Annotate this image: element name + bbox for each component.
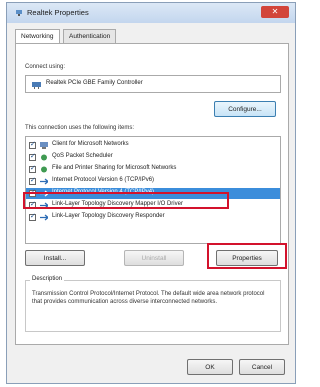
item-checkbox[interactable] (29, 164, 36, 173)
cancel-button[interactable]: Cancel (239, 359, 285, 375)
item-label: Client for Microsoft Networks (52, 141, 129, 147)
network-icon (16, 10, 22, 16)
item-checkbox[interactable] (29, 212, 36, 221)
protocol-icon (40, 178, 48, 185)
uninstall-button[interactable]: Uninstall (124, 250, 184, 266)
properties-dialog: Realtek Properties ✕ Networking Authenti… (6, 2, 296, 384)
item-label: Internet Protocol Version 6 (TCP/IPv6) (52, 177, 155, 183)
connect-using-label: Connect using: (25, 64, 66, 70)
tab-networking[interactable]: Networking (15, 29, 60, 44)
adapter-field: Realtek PCIe GBE Family Controller (25, 75, 281, 93)
configure-button[interactable]: Configure... (214, 101, 276, 117)
close-button[interactable]: ✕ (261, 6, 289, 18)
description-group: Description Transmission Control Protoco… (25, 276, 281, 332)
list-item[interactable]: Internet Protocol Version 6 (TCP/IPv6) (26, 176, 280, 187)
description-text: Transmission Control Protocol/Internet P… (32, 291, 265, 305)
title-bar: Realtek Properties ✕ (7, 3, 295, 23)
adapter-name: Realtek PCIe GBE Family Controller (46, 80, 143, 86)
install-button[interactable]: Install... (25, 250, 85, 266)
list-item[interactable]: Link-Layer Topology Discovery Responder (26, 212, 280, 223)
item-label: File and Printer Sharing for Microsoft N… (52, 165, 177, 171)
client-icon (40, 142, 48, 149)
description-title: Description (30, 276, 65, 282)
ipv4-highlight-box (23, 192, 229, 209)
list-item[interactable]: File and Printer Sharing for Microsoft N… (26, 164, 280, 175)
item-label: Link-Layer Topology Discovery Responder (52, 213, 165, 219)
tab-authentication[interactable]: Authentication (63, 29, 117, 43)
window-title: Realtek Properties (27, 8, 89, 17)
properties-highlight-box (207, 243, 287, 269)
item-checkbox[interactable] (29, 140, 36, 149)
items-list[interactable]: Client for Microsoft Networks QoS Packet… (25, 136, 281, 244)
list-item[interactable]: Client for Microsoft Networks (26, 140, 280, 151)
item-checkbox[interactable] (29, 152, 36, 161)
item-label: QoS Packet Scheduler (52, 153, 113, 159)
service-icon (41, 166, 47, 173)
service-icon (41, 154, 47, 161)
network-adapter-icon (32, 82, 41, 89)
ok-button[interactable]: OK (187, 359, 233, 375)
item-checkbox[interactable] (29, 176, 36, 185)
protocol-icon (40, 214, 48, 221)
list-item[interactable]: QoS Packet Scheduler (26, 152, 280, 163)
items-label: This connection uses the following items… (25, 125, 135, 131)
